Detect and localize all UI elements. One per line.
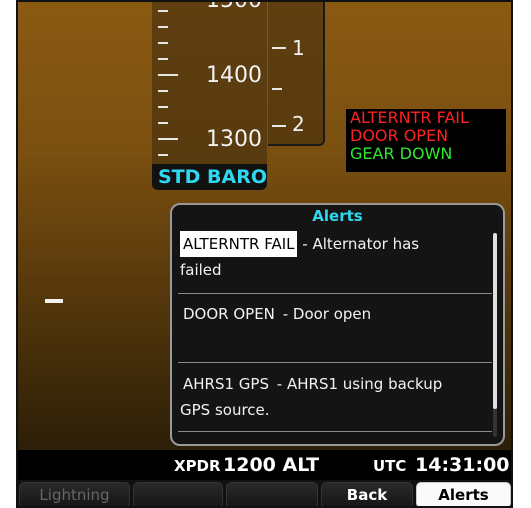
alt-tick <box>158 26 168 28</box>
attitude-reference-mark <box>45 299 63 303</box>
softkey-alerts[interactable]: Alerts <box>416 482 511 506</box>
altitude-label: 1300 <box>206 127 262 152</box>
alert-separator: - <box>302 235 308 253</box>
vertical-speed-scale: 1 2 <box>268 2 325 146</box>
softkey-blank-3[interactable] <box>226 482 318 506</box>
alert-name: AHRS1 GPS <box>183 375 269 393</box>
vs-tick <box>272 88 282 90</box>
utc-time: 14:31:00 <box>415 454 510 476</box>
vs-label: 1 <box>292 36 305 60</box>
divider <box>178 293 492 294</box>
alt-tick <box>158 58 168 60</box>
alt-tick <box>158 154 168 156</box>
softkey-bar: Lightning Back Alerts <box>18 480 511 506</box>
cas-message-advisory: GEAR DOWN <box>350 144 453 163</box>
divider <box>178 362 492 363</box>
cas-annunciator: ALTERNTR FAIL DOOR OPEN GEAR DOWN <box>346 109 506 172</box>
alt-tick <box>158 42 168 44</box>
alert-text: Alternator has <box>312 235 420 253</box>
cas-message-warning: DOOR OPEN <box>350 126 449 145</box>
alert-text: failed <box>180 261 222 279</box>
alert-text: GPS source. <box>180 401 270 419</box>
baro-setting-box: STD BARO <box>152 164 267 190</box>
softkey-blank-2[interactable] <box>133 482 223 506</box>
alert-item[interactable]: ALTERNTR FAIL - Alternator has failed <box>180 231 492 283</box>
scrollbar-thumb[interactable] <box>493 233 497 409</box>
altitude-label: 1500 <box>206 0 262 13</box>
alerts-window: Alerts ALTERNTR FAIL - Alternator has fa… <box>170 203 505 446</box>
status-bar: XPDR 1200 ALT UTC 14:31:00 <box>18 450 511 480</box>
alert-text: AHRS1 using backup <box>286 375 443 393</box>
altitude-label: 1400 <box>206 63 262 88</box>
alerts-window-title: Alerts <box>312 207 363 225</box>
vs-tick <box>272 125 286 127</box>
alert-item[interactable]: DOOR OPEN - Door open <box>180 301 492 327</box>
vs-label: 2 <box>292 112 305 136</box>
xpdr-label: XPDR <box>174 457 221 475</box>
alt-tick <box>158 10 168 12</box>
alt-tick-major <box>158 138 178 140</box>
alert-name: ALTERNTR FAIL <box>180 231 298 257</box>
alerts-scrollbar[interactable] <box>493 233 497 437</box>
divider <box>178 431 492 432</box>
alert-separator: - <box>282 305 289 323</box>
alt-tick-major <box>158 74 178 76</box>
baro-label: STD BARO <box>158 166 267 188</box>
altitude-tape: 1500 1400 1300 <box>152 2 267 188</box>
alert-text: Door open <box>292 305 372 323</box>
pfd-screen: 1500 1400 1300 1 2 STD BARO ALTERNTR FAI… <box>16 0 513 508</box>
softkey-back[interactable]: Back <box>321 482 413 506</box>
alert-item[interactable]: AHRS1 GPS - AHRS1 using backup GPS sourc… <box>180 371 492 423</box>
utc-label: UTC <box>373 457 407 475</box>
alt-tick <box>158 122 168 124</box>
softkey-lightning[interactable]: Lightning <box>19 482 130 506</box>
alert-name: DOOR OPEN <box>183 305 275 323</box>
cas-message-warning: ALTERNTR FAIL <box>350 108 469 127</box>
xpdr-code[interactable]: 1200 ALT <box>223 454 319 476</box>
alert-separator: - <box>276 375 283 393</box>
vs-tick <box>272 47 286 49</box>
alt-tick <box>158 106 168 108</box>
alt-tick <box>158 90 168 92</box>
